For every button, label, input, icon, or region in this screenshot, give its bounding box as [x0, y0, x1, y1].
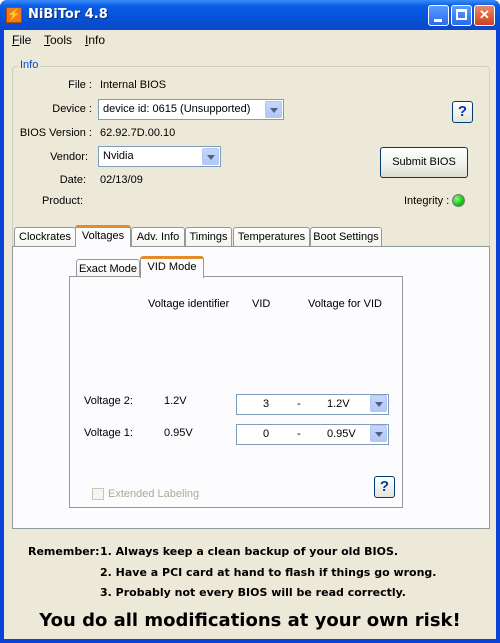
bios-version-label: BIOS Version : [19, 127, 92, 139]
vid-help-button[interactable]: ? [374, 476, 395, 498]
tab-boot-settings[interactable]: Boot Settings [310, 227, 382, 247]
header-voltage-identifier: Voltage identifier [148, 298, 230, 310]
voltage-1-select[interactable]: 0 - 0.95V [236, 424, 389, 445]
voltage-row-separator: - [297, 428, 301, 440]
minimize-button[interactable] [428, 5, 449, 26]
chevron-down-icon[interactable] [370, 395, 387, 412]
vid-mode-panel [69, 276, 403, 508]
chevron-down-icon[interactable] [265, 101, 282, 118]
close-icon: ✕ [479, 7, 490, 22]
submit-bios-button[interactable]: Submit BIOS [380, 147, 468, 178]
tab-adv-info[interactable]: Adv. Info [131, 227, 185, 247]
bios-version-value: 62.92.7D.00.10 [100, 127, 176, 139]
menu-bar: File Tools Info [4, 30, 496, 50]
file-label: File : [68, 79, 92, 91]
voltage-row-vid: 0 [263, 428, 270, 440]
reminder-prefix: Remember: [28, 545, 100, 558]
voltage-row-vid: 3 [263, 398, 270, 410]
device-label: Device : [52, 103, 92, 115]
title-bar[interactable]: ⚡ NiBiTor 4.8 ✕ [0, 0, 500, 30]
product-label: Product: [42, 195, 83, 207]
voltage-row-label: Voltage 2: [84, 395, 133, 407]
voltage-row-identifier: 1.2V [164, 395, 187, 407]
help-icon: ? [457, 103, 468, 120]
maximize-icon [456, 9, 467, 20]
app-icon[interactable]: ⚡ [6, 7, 22, 23]
voltage-row-separator: - [297, 398, 301, 410]
voltage-row-voltage: 0.95V [327, 428, 356, 440]
extended-labeling-checkbox[interactable] [92, 488, 104, 500]
vendor-select-value: Nvidia [103, 150, 134, 162]
voltage-1-dropdown[interactable] [369, 424, 388, 445]
reminder-line: 2. Have a PCI card at hand to flash if t… [100, 566, 437, 579]
info-group-label: Info [18, 59, 41, 71]
voltage-2-dropdown[interactable] [369, 394, 388, 415]
file-value: Internal BIOS [100, 79, 167, 91]
tab-clockrates[interactable]: Clockrates [14, 227, 76, 247]
app-window: ⚡ NiBiTor 4.8 ✕ File Tools Info Info Fil… [0, 0, 500, 643]
menu-tools[interactable]: Tools [44, 33, 72, 47]
window-title: NiBiTor 4.8 [28, 7, 108, 22]
help-icon: ? [379, 478, 390, 495]
reminder-line: 1. Always keep a clean backup of your ol… [100, 545, 399, 558]
header-voltage-for-vid: Voltage for VID [308, 298, 382, 310]
voltage-row-voltage: 1.2V [327, 398, 350, 410]
vendor-label: Vendor: [50, 151, 88, 163]
voltage-row-identifier: 0.95V [164, 427, 193, 439]
tab-voltages[interactable]: Voltages [75, 225, 131, 247]
subtab-vid-mode[interactable]: VID Mode [140, 256, 204, 278]
reminder-line: 3. Probably not every BIOS will be read … [100, 586, 406, 599]
device-select[interactable]: device id: 0615 (Unsupported) [98, 99, 284, 120]
device-select-value: device id: 0615 (Unsupported) [103, 103, 251, 115]
menu-file[interactable]: File [12, 33, 31, 47]
chevron-down-icon[interactable] [370, 425, 387, 442]
date-value: 02/13/09 [100, 174, 143, 186]
integrity-label: Integrity : [404, 195, 450, 207]
vendor-select[interactable]: Nvidia [98, 146, 221, 167]
header-vid: VID [252, 298, 271, 310]
maximize-button[interactable] [451, 5, 472, 26]
tab-temperatures[interactable]: Temperatures [233, 227, 310, 247]
chevron-down-icon[interactable] [202, 148, 219, 165]
close-button[interactable]: ✕ [474, 5, 495, 26]
integrity-indicator-icon [452, 194, 465, 207]
voltage-2-select[interactable]: 3 - 1.2V [236, 394, 389, 415]
voltage-row-label: Voltage 1: [84, 427, 133, 439]
client-area: File Tools Info Info File : Internal BIO… [4, 30, 496, 639]
minimize-icon [434, 19, 442, 22]
menu-info[interactable]: Info [85, 33, 105, 47]
date-label: Date: [59, 174, 86, 186]
risk-warning: You do all modifications at your own ris… [39, 610, 461, 631]
extended-labeling-label: Extended Labeling [108, 488, 200, 500]
help-button[interactable]: ? [452, 101, 473, 123]
tab-timings[interactable]: Timings [185, 227, 232, 247]
